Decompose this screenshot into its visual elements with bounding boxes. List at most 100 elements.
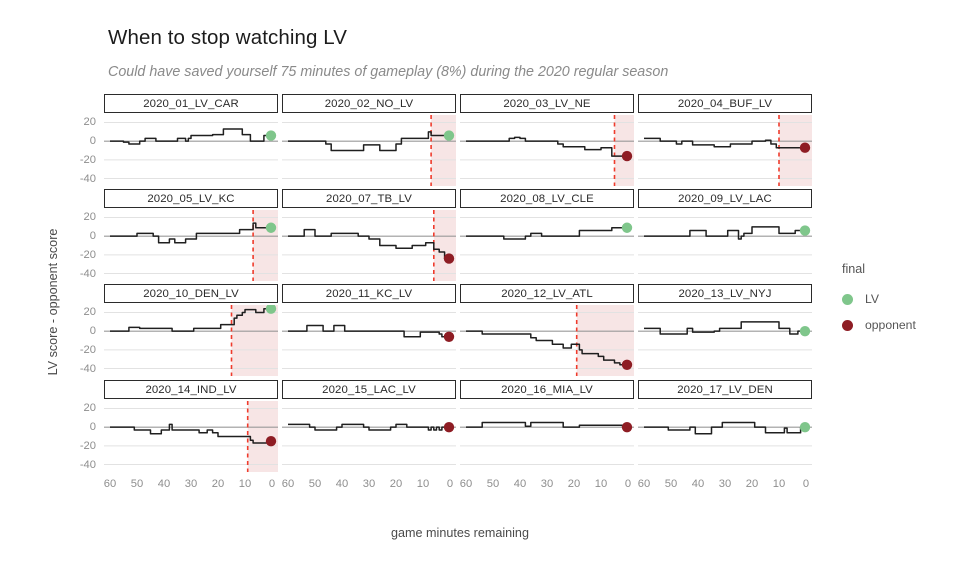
x-tick-label: 60 — [459, 478, 473, 490]
final-score-marker — [621, 359, 633, 370]
facet-strip-label: 2020_17_LV_DEN — [638, 380, 812, 399]
final-score-marker — [621, 421, 633, 433]
final-score-marker — [799, 421, 811, 433]
facet-strip-label: 2020_07_TB_LV — [282, 189, 456, 208]
legend-item-label: LV — [865, 292, 880, 306]
x-tick-label: 50 — [664, 478, 678, 490]
facet-plot-area — [460, 401, 634, 472]
x-tick-label: 50 — [308, 478, 322, 490]
chart-subtitle: Could have saved yourself 75 minutes of … — [108, 64, 669, 80]
page-title: When to stop watching LV — [108, 26, 348, 49]
facet-panel: 2020_03_LV_NE — [460, 94, 634, 186]
legend-color-dot-icon — [842, 293, 853, 305]
facet-panel: 2020_13_LV_NYJ — [638, 284, 812, 376]
facet-panel: 2020_07_TB_LV — [282, 189, 456, 281]
x-tick-label: 50 — [486, 478, 500, 490]
facet-plot-area — [638, 401, 812, 472]
x-tick-label: 40 — [157, 478, 171, 490]
cutoff-shade-region — [247, 401, 278, 472]
cutoff-shade-region — [253, 210, 278, 281]
x-tick-label: 50 — [130, 478, 144, 490]
facet-panel: 2020_12_LV_ATL — [460, 284, 634, 376]
facet-panel: 2020_10_DEN_LV — [104, 284, 278, 376]
x-tick-label: 20 — [567, 478, 581, 490]
y-tick-label: 0 — [89, 135, 96, 148]
final-score-marker — [265, 222, 277, 233]
x-tick-label: 10 — [238, 478, 252, 490]
facet-panel: 2020_01_LV_CAR — [104, 94, 278, 186]
x-tick-label: 0 — [802, 478, 810, 490]
score-differential-line — [288, 423, 450, 431]
facet-strip-label: 2020_05_LV_KC — [104, 189, 278, 208]
facet-plot-area — [460, 115, 634, 186]
final-score-marker — [799, 225, 811, 236]
facet-plot-area — [104, 305, 278, 376]
x-tick-label: 10 — [594, 478, 608, 490]
facet-strip-label: 2020_14_IND_LV — [104, 380, 278, 399]
x-tick-label: 20 — [211, 478, 225, 490]
facet-plot-area — [282, 305, 456, 376]
final-score-marker — [799, 142, 811, 153]
legend-item-label: opponent — [865, 318, 916, 332]
final-score-marker — [621, 222, 633, 233]
facet-strip-label: 2020_03_LV_NE — [460, 94, 634, 113]
x-tick-label: 20 — [745, 478, 759, 490]
y-axis-label: LV score - opponent score — [46, 228, 60, 376]
final-score-marker — [443, 331, 455, 342]
facet-strip-label: 2020_09_LV_LAC — [638, 189, 812, 208]
final-score-marker — [799, 325, 811, 337]
x-tick-label: 30 — [718, 478, 732, 490]
facet-panel: 2020_05_LV_KC — [104, 189, 278, 281]
legend-item[interactable]: LV — [842, 292, 879, 306]
facet-strip-label: 2020_08_LV_CLE — [460, 189, 634, 208]
x-tick-label: 60 — [103, 478, 117, 490]
y-tick-label: -40 — [79, 172, 96, 185]
facet-plot-area — [638, 210, 812, 281]
x-tick-label: 30 — [362, 478, 376, 490]
final-score-marker — [443, 253, 455, 264]
y-tick-label: 20 — [83, 402, 96, 415]
facet-strip-label: 2020_11_KC_LV — [282, 284, 456, 303]
facet-strip-label: 2020_02_NO_LV — [282, 94, 456, 113]
y-tick-label: 0 — [89, 230, 96, 243]
cutoff-shade-region — [431, 115, 456, 186]
facet-panel: 2020_17_LV_DEN — [638, 380, 812, 472]
score-differential-line — [644, 421, 806, 435]
score-differential-line — [110, 128, 272, 145]
x-axis-label: game minutes remaining — [391, 526, 529, 540]
legend-color-dot-icon — [842, 319, 853, 331]
chart-canvas: When to stop watching LV Could have save… — [0, 0, 960, 576]
final-score-marker — [443, 130, 455, 141]
facet-plot-area — [638, 305, 812, 376]
facet-plot-area — [282, 210, 456, 281]
y-tick-label: 20 — [83, 211, 96, 224]
facet-panel: 2020_15_LAC_LV — [282, 380, 456, 472]
y-tick-label: 0 — [89, 421, 96, 434]
x-tick-label: 60 — [281, 478, 295, 490]
score-differential-line — [644, 321, 806, 335]
facet-panel: 2020_08_LV_CLE — [460, 189, 634, 281]
facet-panel: 2020_02_NO_LV — [282, 94, 456, 186]
cutoff-shade-region — [433, 210, 456, 281]
y-tick-label: -20 — [79, 248, 96, 261]
facet-panel: 2020_16_MIA_LV — [460, 380, 634, 472]
x-tick-label: 30 — [540, 478, 554, 490]
y-tick-label: -40 — [79, 267, 96, 280]
cutoff-shade-region — [614, 115, 634, 186]
x-tick-label: 40 — [691, 478, 705, 490]
facet-strip-label: 2020_12_LV_ATL — [460, 284, 634, 303]
y-tick-label: -20 — [79, 343, 96, 356]
facet-plot-area — [104, 115, 278, 186]
final-score-marker — [265, 130, 277, 141]
facet-plot-area — [460, 305, 634, 376]
facet-strip-label: 2020_16_MIA_LV — [460, 380, 634, 399]
score-differential-line — [110, 222, 272, 244]
final-score-marker — [443, 421, 455, 433]
y-tick-label: -20 — [79, 153, 96, 166]
legend-item[interactable]: opponent — [842, 318, 916, 332]
y-tick-label: -20 — [79, 439, 96, 452]
y-tick-label: 20 — [83, 116, 96, 129]
facet-plot-area — [460, 210, 634, 281]
y-tick-label: -40 — [79, 458, 96, 471]
facet-panel: 2020_14_IND_LV — [104, 380, 278, 472]
